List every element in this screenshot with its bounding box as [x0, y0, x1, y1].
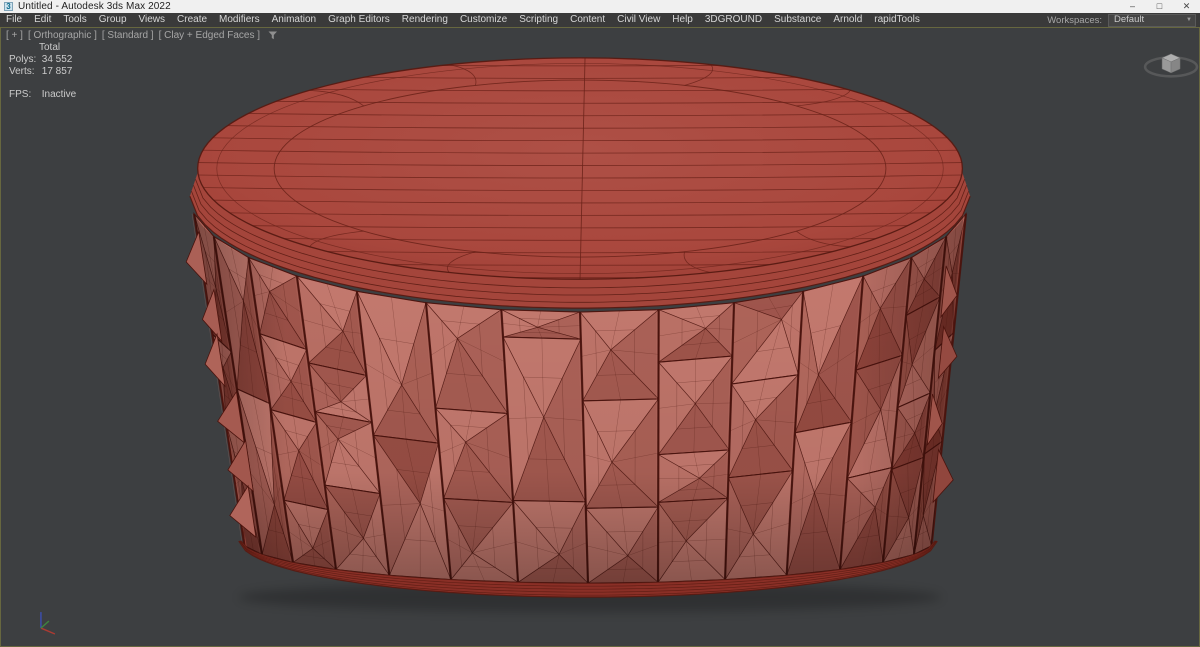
stat-fps-label: FPS:	[9, 89, 32, 100]
stat-fps-row: FPS: Inactive	[9, 89, 76, 101]
menu-scripting[interactable]: Scripting	[513, 13, 564, 27]
maximize-button[interactable]: □	[1146, 0, 1173, 13]
viewport-label: [ + ] [ Orthographic ] [ Standard ] [ Cl…	[6, 30, 278, 41]
menu-help[interactable]: Help	[666, 13, 699, 27]
title-bar: 3 Untitled - Autodesk 3ds Max 2022 – □ ✕	[0, 0, 1200, 13]
viewport-perview-menu[interactable]: [ Standard ]	[102, 30, 154, 41]
stat-verts-label: Verts:	[9, 66, 35, 77]
menu-edit[interactable]: Edit	[28, 13, 57, 27]
viewport-shading-menu[interactable]: [ Clay + Edged Faces ]	[159, 30, 260, 41]
window-title: Untitled - Autodesk 3ds Max 2022	[18, 1, 171, 12]
menu-animation[interactable]: Animation	[266, 13, 322, 27]
stat-polys-label: Polys:	[9, 54, 37, 65]
statistics-overlay: Total Polys: 34 552 Verts: 17 857 FPS: I…	[9, 42, 76, 101]
viewport[interactable]: [ + ] [ Orthographic ] [ Standard ] [ Cl…	[0, 27, 1200, 647]
viewport-general-menu[interactable]: [ + ]	[6, 30, 23, 41]
workspace-dropdown[interactable]: Default ▼	[1108, 13, 1196, 27]
close-button[interactable]: ✕	[1173, 0, 1200, 13]
menu-tools[interactable]: Tools	[57, 13, 92, 27]
filter-funnel-icon[interactable]	[268, 31, 278, 40]
menu-customize[interactable]: Customize	[454, 13, 513, 27]
menu-3dground[interactable]: 3DGROUND	[699, 13, 768, 27]
workspaces-area: Workspaces: Default ▼	[1047, 13, 1200, 27]
menu-rendering[interactable]: Rendering	[396, 13, 454, 27]
minimize-button[interactable]: –	[1119, 0, 1146, 13]
model-table[interactable]	[185, 57, 971, 613]
axis-gizmo	[40, 612, 56, 635]
app-icon: 3	[4, 2, 13, 11]
menu-rapidtools[interactable]: rapidTools	[868, 13, 926, 27]
workspace-value: Default	[1114, 14, 1145, 25]
menu-bar: File Edit Tools Group Views Create Modif…	[0, 13, 1200, 27]
chevron-down-icon: ▼	[1186, 17, 1192, 23]
menu-civil-view[interactable]: Civil View	[611, 13, 666, 27]
window-controls: – □ ✕	[1119, 0, 1200, 13]
stat-fps-value: Inactive	[41, 89, 77, 100]
view-cube[interactable]	[1143, 53, 1199, 78]
menu-group[interactable]: Group	[93, 13, 133, 27]
menu-content[interactable]: Content	[564, 13, 611, 27]
stat-verts-value: 17 857	[41, 66, 73, 77]
viewport-canvas[interactable]	[1, 28, 1199, 646]
menu-modifiers[interactable]: Modifiers	[213, 13, 266, 27]
stat-polys-value: 34 552	[41, 54, 73, 65]
menu-views[interactable]: Views	[133, 13, 172, 27]
menu-create[interactable]: Create	[171, 13, 213, 27]
menu-graph-editors[interactable]: Graph Editors	[322, 13, 396, 27]
stat-total-label: Total	[39, 42, 61, 53]
menu-substance[interactable]: Substance	[768, 13, 827, 27]
menu-file[interactable]: File	[0, 13, 28, 27]
menu-arnold[interactable]: Arnold	[827, 13, 868, 27]
viewport-pov-menu[interactable]: [ Orthographic ]	[28, 30, 97, 41]
workspaces-label: Workspaces:	[1047, 14, 1102, 26]
stat-polys-row: Polys: 34 552	[9, 54, 76, 66]
stat-verts-row: Verts: 17 857	[9, 66, 76, 78]
